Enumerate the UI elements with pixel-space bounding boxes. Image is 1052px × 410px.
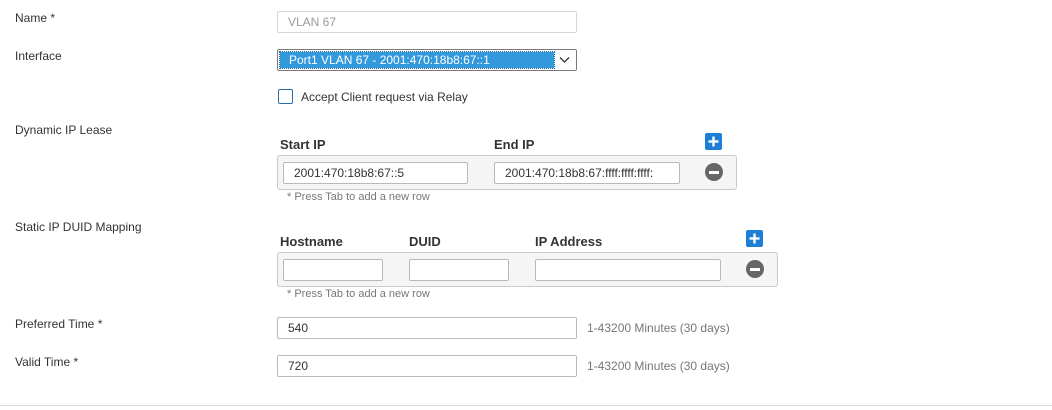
chevron-down-icon xyxy=(559,57,570,63)
valid-time-label: Valid Time * xyxy=(15,355,79,369)
static-mapping-label: Static IP DUID Mapping xyxy=(15,220,142,234)
name-input[interactable]: VLAN 67 xyxy=(277,11,577,33)
interface-label: Interface xyxy=(15,49,62,63)
lease-row: 2001:470:18b8:67::5 2001:470:18b8:67:fff… xyxy=(277,155,737,190)
relay-checkbox-label: Accept Client request via Relay xyxy=(301,90,468,104)
ip-address-input[interactable] xyxy=(535,259,721,281)
relay-checkbox[interactable] xyxy=(278,89,293,104)
duid-input[interactable] xyxy=(409,259,509,281)
hostname-input[interactable] xyxy=(283,259,383,281)
preferred-time-input[interactable]: 540 xyxy=(277,317,577,339)
minus-icon xyxy=(709,170,719,174)
mapping-row xyxy=(277,252,778,287)
name-label: Name * xyxy=(15,11,56,25)
valid-time-input[interactable]: 720 xyxy=(277,355,577,377)
remove-lease-row-button[interactable] xyxy=(705,163,723,181)
mapping-hint: * Press Tab to add a new row xyxy=(287,288,430,300)
start-ip-header: Start IP xyxy=(280,137,326,152)
end-ip-header: End IP xyxy=(494,137,535,152)
remove-mapping-row-button[interactable] xyxy=(746,260,764,278)
plus-icon xyxy=(708,136,719,147)
add-mapping-row-button[interactable] xyxy=(746,230,763,247)
ip-address-header: IP Address xyxy=(535,234,603,249)
hostname-header: Hostname xyxy=(280,234,343,249)
dynamic-lease-label: Dynamic IP Lease xyxy=(15,123,113,137)
add-lease-row-button[interactable] xyxy=(705,133,722,150)
plus-icon xyxy=(749,233,760,244)
duid-header: DUID xyxy=(409,234,441,249)
start-ip-input[interactable]: 2001:470:18b8:67::5 xyxy=(283,162,468,184)
interface-select[interactable]: Port1 VLAN 67 - 2001:470:18b8:67::1 xyxy=(277,49,577,71)
preferred-time-label: Preferred Time * xyxy=(15,317,103,331)
preferred-time-note: 1-43200 Minutes (30 days) xyxy=(587,321,730,335)
minus-icon xyxy=(750,267,760,271)
valid-time-note: 1-43200 Minutes (30 days) xyxy=(587,359,730,373)
lease-hint: * Press Tab to add a new row xyxy=(287,191,430,203)
interface-selected-value: Port1 VLAN 67 - 2001:470:18b8:67::1 xyxy=(279,51,555,69)
end-ip-input[interactable]: 2001:470:18b8:67:ffff:ffff:ffff: xyxy=(494,162,680,184)
bottom-divider xyxy=(0,405,1052,406)
